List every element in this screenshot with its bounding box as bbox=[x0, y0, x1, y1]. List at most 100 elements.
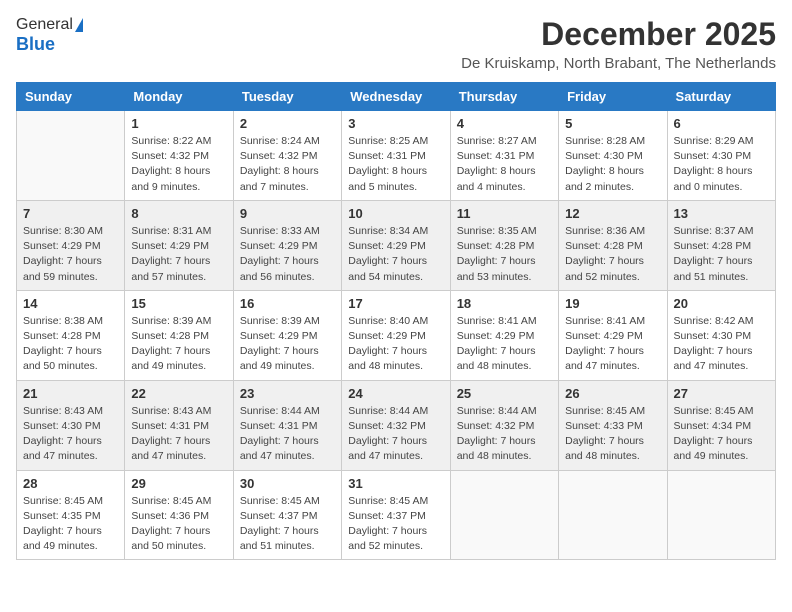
day-info: Sunrise: 8:37 AMSunset: 4:28 PMDaylight:… bbox=[674, 224, 769, 285]
calendar-cell: 26 Sunrise: 8:45 AMSunset: 4:33 PMDayligh… bbox=[559, 380, 667, 470]
calendar-cell bbox=[450, 470, 558, 560]
day-number: 25 bbox=[457, 386, 552, 401]
day-info: Sunrise: 8:45 AMSunset: 4:35 PMDaylight:… bbox=[23, 494, 118, 555]
calendar-cell: 11Sunrise: 8:35 AMSunset: 4:28 PMDayligh… bbox=[450, 200, 558, 290]
day-info: Sunrise: 8:45 AMSunset: 4:36 PMDaylight:… bbox=[131, 494, 226, 555]
day-info: Sunrise: 8:45 AMSunset: 4:37 PMDaylight:… bbox=[240, 494, 335, 555]
day-number: 26 bbox=[565, 386, 660, 401]
day-info: Sunrise: 8:44 AMSunset: 4:32 PMDaylight:… bbox=[348, 404, 443, 465]
day-number: 1 bbox=[131, 116, 226, 131]
calendar-cell: 27 Sunrise: 8:45 AMSunset: 4:34 PMDayligh… bbox=[667, 380, 775, 470]
calendar-week-row: 7Sunrise: 8:30 AMSunset: 4:29 PMDaylight… bbox=[17, 200, 776, 290]
day-number: 29 bbox=[131, 476, 226, 491]
day-number: 20 bbox=[674, 296, 769, 311]
calendar-cell: 9 Sunrise: 8:33 AMSunset: 4:29 PMDaylight… bbox=[233, 200, 341, 290]
day-info: Sunrise: 8:43 AMSunset: 4:31 PMDaylight:… bbox=[131, 404, 226, 465]
calendar-cell bbox=[559, 470, 667, 560]
day-number: 22 bbox=[131, 386, 226, 401]
day-info: Sunrise: 8:34 AMSunset: 4:29 PMDaylight:… bbox=[348, 224, 443, 285]
calendar-cell: 16 Sunrise: 8:39 AMSunset: 4:29 PMDayligh… bbox=[233, 290, 341, 380]
calendar-cell: 4Sunrise: 8:27 AMSunset: 4:31 PMDaylight… bbox=[450, 111, 558, 201]
day-info: Sunrise: 8:40 AMSunset: 4:29 PMDaylight:… bbox=[348, 314, 443, 375]
day-number: 15 bbox=[131, 296, 226, 311]
day-number: 17 bbox=[348, 296, 443, 311]
calendar-cell: 17 Sunrise: 8:40 AMSunset: 4:29 PMDayligh… bbox=[342, 290, 450, 380]
day-number: 12 bbox=[565, 206, 660, 221]
column-header-monday: Monday bbox=[125, 83, 233, 111]
calendar-cell: 3Sunrise: 8:25 AMSunset: 4:31 PMDaylight… bbox=[342, 111, 450, 201]
calendar-cell: 2 Sunrise: 8:24 AMSunset: 4:32 PMDaylight… bbox=[233, 111, 341, 201]
location-subtitle: De Kruiskamp, North Brabant, The Netherl… bbox=[461, 55, 776, 72]
logo-general-text: General bbox=[16, 16, 73, 34]
day-info: Sunrise: 8:45 AMSunset: 4:33 PMDaylight:… bbox=[565, 404, 660, 465]
day-info: Sunrise: 8:33 AMSunset: 4:29 PMDaylight:… bbox=[240, 224, 335, 285]
calendar-cell: 21 Sunrise: 8:43 AMSunset: 4:30 PMDayligh… bbox=[17, 380, 125, 470]
calendar-header-row: SundayMondayTuesdayWednesdayThursdayFrid… bbox=[17, 83, 776, 111]
calendar-cell: 20 Sunrise: 8:42 AMSunset: 4:30 PMDayligh… bbox=[667, 290, 775, 380]
day-info: Sunrise: 8:27 AMSunset: 4:31 PMDaylight:… bbox=[457, 134, 552, 195]
day-info: Sunrise: 8:31 AMSunset: 4:29 PMDaylight:… bbox=[131, 224, 226, 285]
calendar-cell: 1 Sunrise: 8:22 AMSunset: 4:32 PMDaylight… bbox=[125, 111, 233, 201]
day-number: 9 bbox=[240, 206, 335, 221]
day-number: 5 bbox=[565, 116, 660, 131]
day-number: 31 bbox=[348, 476, 443, 491]
calendar-cell: 28 Sunrise: 8:45 AMSunset: 4:35 PMDayligh… bbox=[17, 470, 125, 560]
calendar-cell: 25 Sunrise: 8:44 AMSunset: 4:32 PMDayligh… bbox=[450, 380, 558, 470]
calendar-cell: 12 Sunrise: 8:36 AMSunset: 4:28 PMDayligh… bbox=[559, 200, 667, 290]
day-info: Sunrise: 8:45 AMSunset: 4:34 PMDaylight:… bbox=[674, 404, 769, 465]
day-info: Sunrise: 8:24 AMSunset: 4:32 PMDaylight:… bbox=[240, 134, 335, 195]
calendar-cell: 5 Sunrise: 8:28 AMSunset: 4:30 PMDaylight… bbox=[559, 111, 667, 201]
calendar-cell: 23Sunrise: 8:44 AMSunset: 4:31 PMDayligh… bbox=[233, 380, 341, 470]
day-number: 24 bbox=[348, 386, 443, 401]
calendar-cell bbox=[667, 470, 775, 560]
day-info: Sunrise: 8:22 AMSunset: 4:32 PMDaylight:… bbox=[131, 134, 226, 195]
day-number: 16 bbox=[240, 296, 335, 311]
calendar-cell: 14 Sunrise: 8:38 AMSunset: 4:28 PMDayligh… bbox=[17, 290, 125, 380]
column-header-thursday: Thursday bbox=[450, 83, 558, 111]
logo: General Blue bbox=[16, 16, 83, 55]
calendar-table: SundayMondayTuesdayWednesdayThursdayFrid… bbox=[16, 82, 776, 560]
calendar-cell: 30 Sunrise: 8:45 AMSunset: 4:37 PMDayligh… bbox=[233, 470, 341, 560]
day-info: Sunrise: 8:41 AMSunset: 4:29 PMDaylight:… bbox=[565, 314, 660, 375]
day-number: 8 bbox=[131, 206, 226, 221]
calendar-cell: 19Sunrise: 8:41 AMSunset: 4:29 PMDayligh… bbox=[559, 290, 667, 380]
calendar-cell: 15 Sunrise: 8:39 AMSunset: 4:28 PMDayligh… bbox=[125, 290, 233, 380]
calendar-week-row: 28 Sunrise: 8:45 AMSunset: 4:35 PMDayligh… bbox=[17, 470, 776, 560]
column-header-tuesday: Tuesday bbox=[233, 83, 341, 111]
day-info: Sunrise: 8:28 AMSunset: 4:30 PMDaylight:… bbox=[565, 134, 660, 195]
day-info: Sunrise: 8:39 AMSunset: 4:29 PMDaylight:… bbox=[240, 314, 335, 375]
day-number: 14 bbox=[23, 296, 118, 311]
day-number: 3 bbox=[348, 116, 443, 131]
calendar-week-row: 1 Sunrise: 8:22 AMSunset: 4:32 PMDaylight… bbox=[17, 111, 776, 201]
day-info: Sunrise: 8:38 AMSunset: 4:28 PMDaylight:… bbox=[23, 314, 118, 375]
day-info: Sunrise: 8:29 AMSunset: 4:30 PMDaylight:… bbox=[674, 134, 769, 195]
column-header-sunday: Sunday bbox=[17, 83, 125, 111]
day-number: 2 bbox=[240, 116, 335, 131]
day-info: Sunrise: 8:44 AMSunset: 4:31 PMDaylight:… bbox=[240, 404, 335, 465]
day-number: 28 bbox=[23, 476, 118, 491]
column-header-saturday: Saturday bbox=[667, 83, 775, 111]
calendar-cell: 6Sunrise: 8:29 AMSunset: 4:30 PMDaylight… bbox=[667, 111, 775, 201]
calendar-cell: 24 Sunrise: 8:44 AMSunset: 4:32 PMDayligh… bbox=[342, 380, 450, 470]
day-info: Sunrise: 8:44 AMSunset: 4:32 PMDaylight:… bbox=[457, 404, 552, 465]
day-info: Sunrise: 8:39 AMSunset: 4:28 PMDaylight:… bbox=[131, 314, 226, 375]
calendar-week-row: 21 Sunrise: 8:43 AMSunset: 4:30 PMDayligh… bbox=[17, 380, 776, 470]
calendar-cell: 22 Sunrise: 8:43 AMSunset: 4:31 PMDayligh… bbox=[125, 380, 233, 470]
day-info: Sunrise: 8:43 AMSunset: 4:30 PMDaylight:… bbox=[23, 404, 118, 465]
page-header: General Blue December 2025 De Kruiskamp,… bbox=[16, 16, 776, 72]
calendar-week-row: 14 Sunrise: 8:38 AMSunset: 4:28 PMDayligh… bbox=[17, 290, 776, 380]
calendar-cell: 31 Sunrise: 8:45 AMSunset: 4:37 PMDayligh… bbox=[342, 470, 450, 560]
day-number: 18 bbox=[457, 296, 552, 311]
day-number: 27 bbox=[674, 386, 769, 401]
day-info: Sunrise: 8:42 AMSunset: 4:30 PMDaylight:… bbox=[674, 314, 769, 375]
logo-triangle-icon bbox=[75, 18, 83, 32]
day-number: 21 bbox=[23, 386, 118, 401]
day-number: 7 bbox=[23, 206, 118, 221]
calendar-cell: 8 Sunrise: 8:31 AMSunset: 4:29 PMDaylight… bbox=[125, 200, 233, 290]
day-info: Sunrise: 8:45 AMSunset: 4:37 PMDaylight:… bbox=[348, 494, 443, 555]
calendar-cell: 10Sunrise: 8:34 AMSunset: 4:29 PMDayligh… bbox=[342, 200, 450, 290]
day-number: 30 bbox=[240, 476, 335, 491]
day-info: Sunrise: 8:36 AMSunset: 4:28 PMDaylight:… bbox=[565, 224, 660, 285]
day-number: 13 bbox=[674, 206, 769, 221]
title-block: December 2025 De Kruiskamp, North Braban… bbox=[461, 16, 776, 72]
